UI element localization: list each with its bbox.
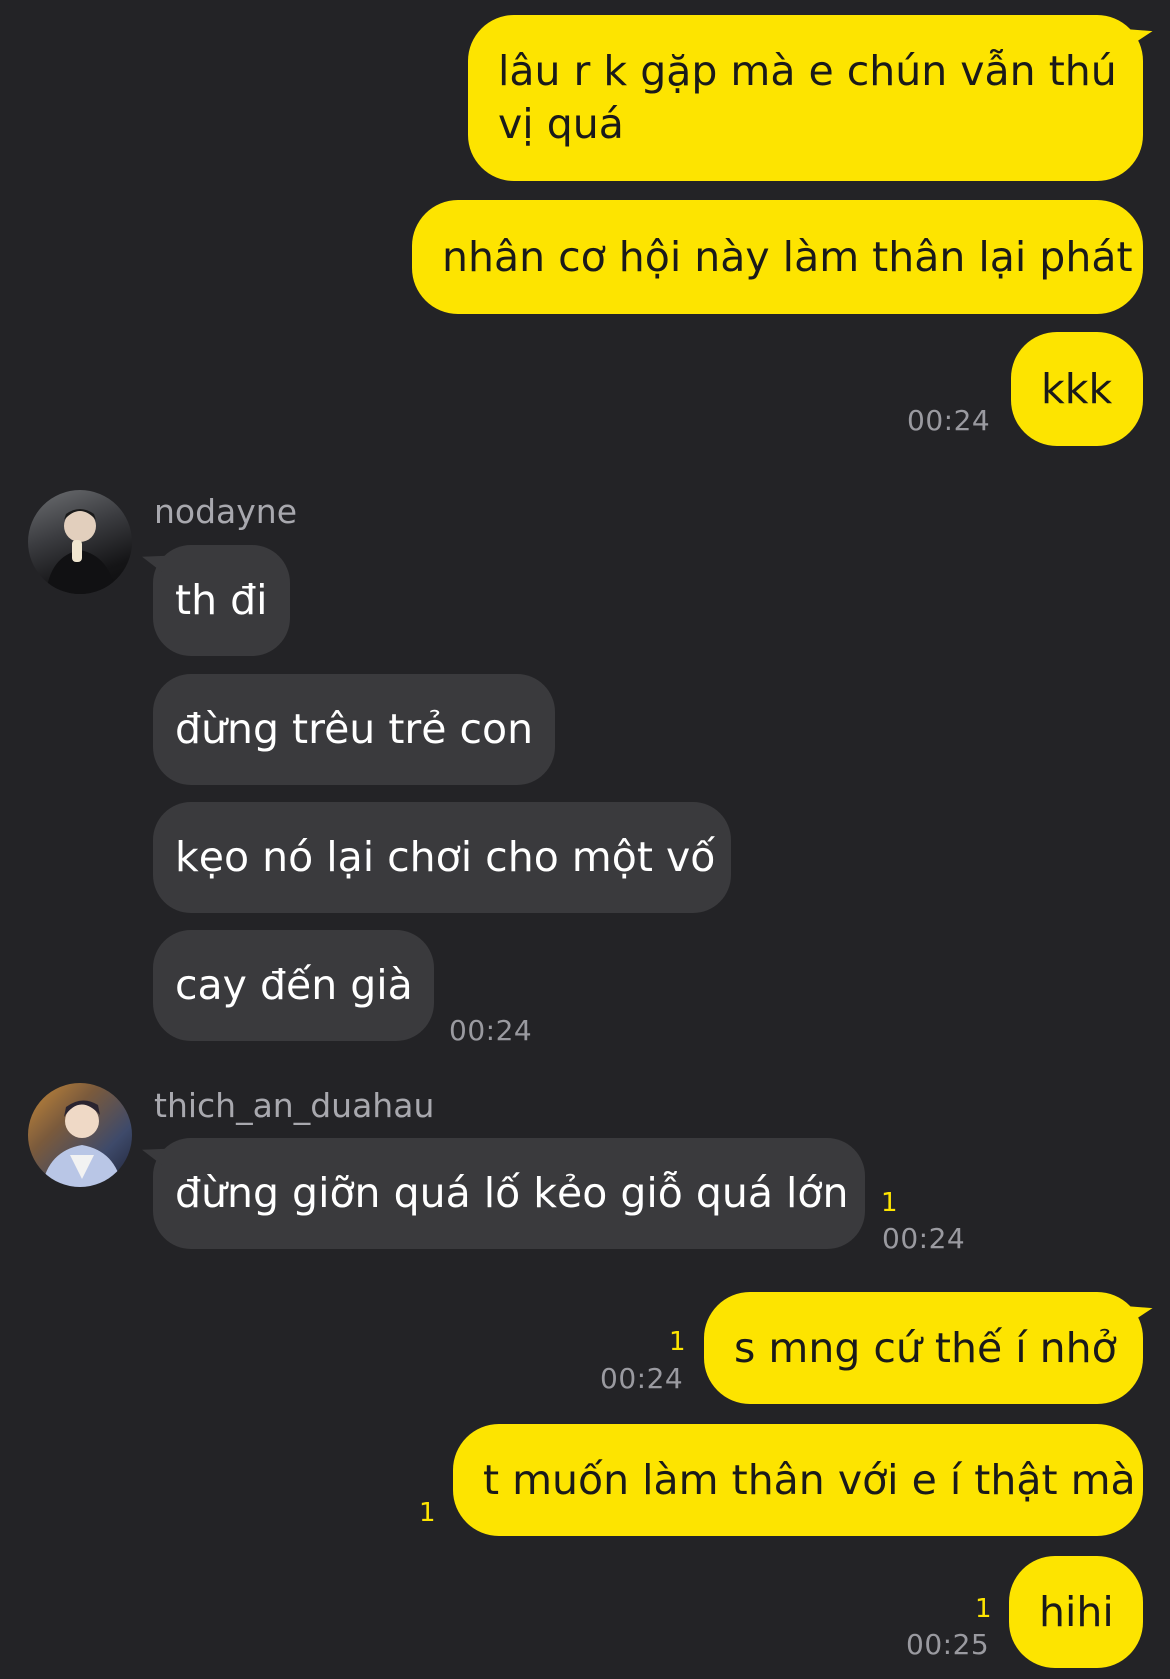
message-text: th đi [175, 576, 268, 624]
my-message-bubble[interactable]: nhân cơ hội này làm thân lại phát [412, 200, 1143, 314]
message-text: cay đến già [175, 961, 413, 1009]
sender-name: nodayne [154, 492, 298, 531]
their-message-bubble[interactable]: đừng trêu trẻ con [153, 674, 555, 785]
message-timestamp: 00:24 [907, 404, 991, 437]
their-message-bubble[interactable]: kẹo nó lại chơi cho một vố [153, 802, 731, 913]
their-message-bubble[interactable]: đừng giỡn quá lố kẻo giỗ quá lớn [153, 1138, 865, 1249]
message-timestamp: 00:24 [882, 1222, 966, 1255]
message-text: kẹo nó lại chơi cho một vố [175, 833, 716, 881]
message-text: lâu r k gặp mà e chún vẫn thú vị quá [498, 47, 1117, 148]
message-timestamp: 00:24 [449, 1014, 533, 1047]
sender-name: thich_an_duahau [154, 1086, 435, 1125]
message-text: đừng giỡn quá lố kẻo giỗ quá lớn [175, 1169, 849, 1217]
their-message-bubble[interactable]: th đi [153, 545, 290, 656]
chat-background: lâu r k gặp mà e chún vẫn thú vị quá nhâ… [0, 0, 1170, 1679]
message-text: hihi [1039, 1587, 1114, 1636]
my-message-bubble[interactable]: hihi [1009, 1556, 1143, 1668]
message-text: nhân cơ hội này làm thân lại phát [442, 232, 1133, 281]
unread-count: 1 [419, 1498, 436, 1528]
their-message-bubble[interactable]: cay đến già [153, 930, 434, 1041]
person-silhouette-icon [42, 1100, 122, 1187]
avatar[interactable] [28, 1083, 132, 1187]
avatar[interactable] [28, 490, 132, 594]
message-timestamp: 00:25 [906, 1628, 990, 1661]
message-text: đừng trêu trẻ con [175, 705, 534, 753]
message-timestamp: 00:24 [600, 1362, 684, 1395]
my-message-bubble[interactable]: t muốn làm thân với e í thật mà [453, 1424, 1143, 1536]
unread-count: 1 [975, 1594, 992, 1624]
my-message-bubble[interactable]: lâu r k gặp mà e chún vẫn thú vị quá [468, 15, 1143, 181]
message-text: kkk [1041, 364, 1113, 413]
person-silhouette-icon [46, 509, 116, 594]
message-text: s mng cứ thế í nhở [734, 1323, 1117, 1372]
unread-count: 1 [881, 1188, 898, 1218]
my-message-bubble[interactable]: s mng cứ thế í nhở [704, 1292, 1143, 1404]
my-message-bubble[interactable]: kkk [1011, 332, 1143, 446]
unread-count: 1 [669, 1327, 686, 1357]
message-text: t muốn làm thân với e í thật mà [483, 1455, 1136, 1504]
